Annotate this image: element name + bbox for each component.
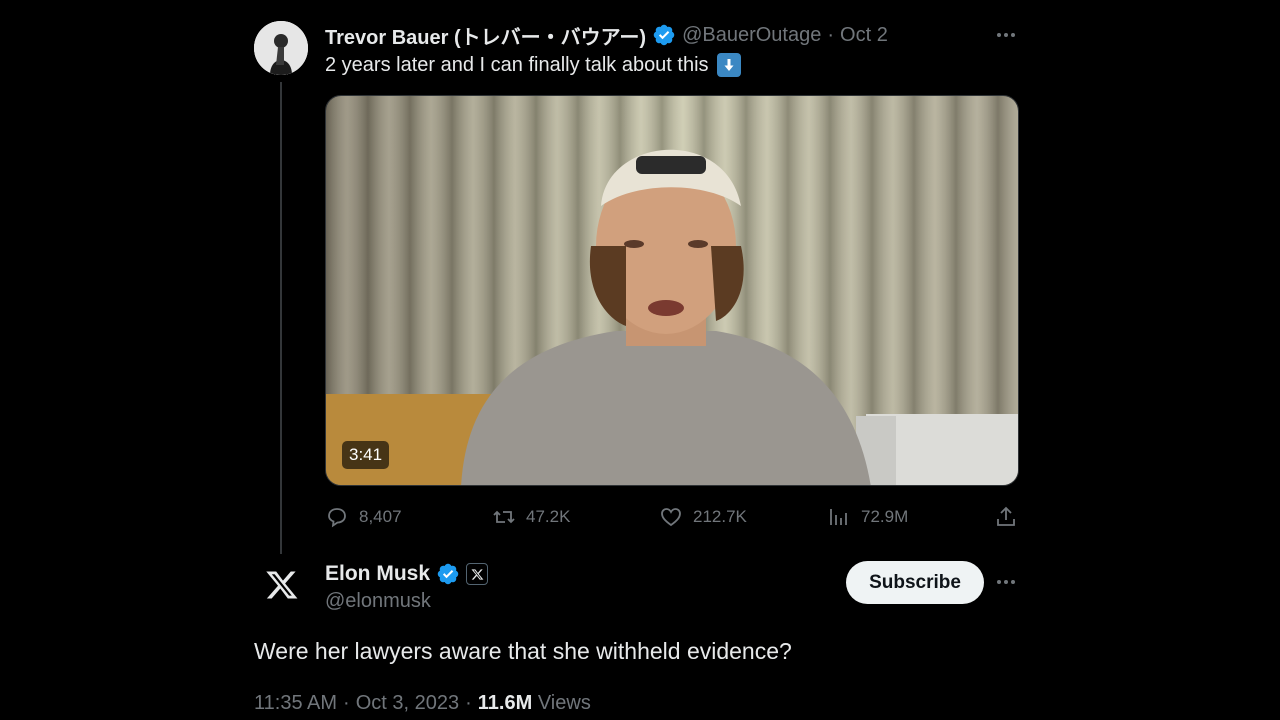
- video-player[interactable]: [325, 95, 1019, 486]
- views-count: 72.9M: [861, 507, 909, 526]
- subscribe-button[interactable]: Subscribe: [846, 561, 984, 604]
- verified-badge-icon: [653, 24, 675, 46]
- share-button[interactable]: [994, 503, 1018, 531]
- retweet-count: 47.2K: [526, 507, 571, 526]
- main-author-handle[interactable]: @elonmusk: [325, 590, 431, 613]
- main-more-options-icon[interactable]: [991, 570, 1021, 594]
- trevor-bauer-avatar[interactable]: [254, 21, 308, 75]
- quoted-tweet-action-bar: 8,407 47.2K 212.7K 72.9M: [325, 503, 1019, 531]
- elon-musk-avatar[interactable]: [258, 561, 306, 609]
- like-count: 212.7K: [693, 507, 747, 526]
- video-duration-badge: 3:41: [342, 441, 390, 469]
- x-logo-icon: [266, 571, 298, 599]
- meta-separator: ·: [465, 692, 472, 714]
- main-author-row: Elon Musk: [325, 561, 489, 587]
- tweet-views-count: 11.6M: [477, 692, 533, 714]
- reply-count: 8,407: [359, 507, 402, 526]
- views-button[interactable]: 72.9M: [827, 503, 908, 531]
- meta-separator: ·: [343, 692, 350, 714]
- tweet-date[interactable]: Oct 3, 2023: [356, 692, 459, 715]
- quoted-tweet-header: Trevor Bauer (トレバー・バウアー) @BauerOutage · …: [325, 21, 888, 50]
- reply-button[interactable]: 8,407: [325, 503, 402, 531]
- reply-icon: [328, 508, 346, 528]
- retweet-icon: [493, 510, 515, 524]
- bar-chart-icon: [830, 509, 847, 525]
- tweet-time[interactable]: 11:35 AM: [254, 692, 337, 715]
- verified-badge-icon: [437, 563, 459, 585]
- quoted-tweet-text: 2 years later and I can finally talk abo…: [325, 53, 709, 76]
- like-button[interactable]: 212.7K: [659, 503, 747, 531]
- x-affiliation-badge-icon[interactable]: [466, 563, 489, 585]
- quoted-separator: ·: [827, 23, 835, 46]
- quoted-more-options-icon[interactable]: [991, 23, 1021, 47]
- down-arrow-emoji-icon: [716, 53, 741, 77]
- main-tweet-text: Were her lawyers aware that she withheld…: [254, 638, 792, 664]
- quoted-date[interactable]: Oct 2: [840, 24, 888, 47]
- main-tweet-meta: 11:35 AM · Oct 3, 2023 · 11.6M Views: [254, 692, 591, 715]
- quoted-author-handle[interactable]: @BauerOutage: [682, 24, 821, 47]
- quoted-tweet-text-row: 2 years later and I can finally talk abo…: [325, 53, 741, 77]
- share-icon: [997, 506, 1015, 526]
- heart-icon: [661, 508, 681, 527]
- quoted-author-name[interactable]: Trevor Bauer (トレバー・バウアー): [325, 21, 646, 50]
- retweet-button[interactable]: 47.2K: [492, 503, 570, 531]
- thread-connector-line: [280, 82, 282, 554]
- tweet-views-label: Views: [537, 692, 591, 714]
- main-author-name[interactable]: Elon Musk: [325, 562, 430, 586]
